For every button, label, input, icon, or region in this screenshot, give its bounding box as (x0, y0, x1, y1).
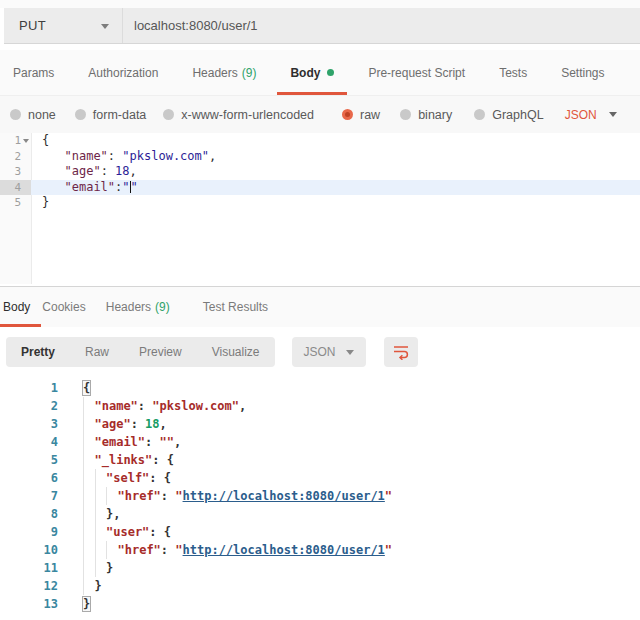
body-type-graphql[interactable]: GraphQL (474, 108, 543, 122)
request-url-bar: PUT localhost:8080/user/1 (4, 8, 640, 44)
radio-icon-selected (342, 109, 353, 120)
line-number: 1 (0, 133, 21, 149)
tab-headers[interactable]: Headers(9) (179, 50, 269, 95)
code-line-4: 4"email":"" (0, 180, 640, 196)
tab-params[interactable]: Params (0, 50, 67, 95)
response-headers-count: (9) (155, 300, 170, 314)
code-line-5: 5"_links": { (0, 451, 640, 469)
radio-icon (474, 109, 485, 120)
top-strip (0, 0, 640, 8)
response-language-selector[interactable]: JSON (292, 337, 366, 367)
code-line-3: 3"age": 18, (0, 415, 640, 433)
response-body-viewer[interactable]: 1{2"name": "pkslow.com",3"age": 18,4"ema… (0, 377, 640, 613)
radio-icon (75, 109, 86, 120)
tab-body[interactable]: Body (277, 50, 347, 95)
response-tabs: Body Cookies Headers(9) Test Results (0, 287, 640, 327)
line-number: 13 (0, 595, 58, 613)
wrap-lines-icon (393, 344, 409, 360)
view-switcher: Pretty Raw Preview Visualize (6, 337, 275, 367)
chevron-down-icon (346, 350, 354, 359)
response-tab-cookies[interactable]: Cookies (41, 287, 91, 327)
line-number: 4 (0, 433, 58, 451)
fold-caret-icon[interactable] (23, 139, 29, 146)
radio-icon (400, 109, 411, 120)
line-number: 3 (0, 164, 21, 180)
line-number: 6 (0, 469, 58, 487)
postman-window: PUT localhost:8080/user/1 Params Authori… (0, 0, 640, 620)
body-type-row: none form-data x-www-form-urlencoded raw… (0, 96, 640, 133)
line-number: 5 (0, 195, 21, 211)
response-toolbar: Pretty Raw Preview Visualize JSON (0, 327, 640, 377)
line-number: 12 (0, 577, 58, 595)
chevron-down-icon (609, 112, 617, 121)
code-line-1: 1{ (0, 133, 640, 149)
code-line-8: 8}, (0, 505, 640, 523)
code-line-4: 4"email": "", (0, 433, 640, 451)
url-input[interactable]: localhost:8080/user/1 (123, 8, 640, 43)
line-number: 1 (0, 379, 58, 397)
line-number: 3 (0, 415, 58, 433)
request-body-editor[interactable]: 1{2"name": "pkslow.com",3"age": 18,4"ema… (0, 133, 640, 286)
response-tab-headers[interactable]: Headers(9) (92, 287, 176, 327)
body-modified-dot (327, 69, 334, 76)
method-selector[interactable]: PUT (4, 8, 123, 43)
line-number: 7 (0, 487, 58, 505)
view-visualize[interactable]: Visualize (197, 337, 275, 367)
url-value: localhost:8080/user/1 (123, 18, 258, 33)
code-line-10: 10"href": "http://localhost:8080/user/1" (0, 541, 640, 559)
code-line-5: 5} (0, 195, 640, 211)
body-type-raw[interactable]: raw (342, 108, 380, 122)
tab-pre-request-script[interactable]: Pre-request Script (355, 50, 478, 95)
response-tab-test-results[interactable]: Test Results (176, 287, 274, 327)
tab-authorization[interactable]: Authorization (75, 50, 171, 95)
line-number: 2 (0, 149, 21, 165)
radio-icon (10, 109, 21, 120)
code-line-9: 9"user": { (0, 523, 640, 541)
line-number: 4 (0, 180, 21, 196)
line-number: 10 (0, 541, 58, 559)
view-preview[interactable]: Preview (124, 337, 197, 367)
radio-icon (163, 109, 174, 120)
tab-tests[interactable]: Tests (486, 50, 540, 95)
wrap-lines-button[interactable] (384, 337, 418, 367)
view-pretty[interactable]: Pretty (6, 337, 70, 367)
body-type-x-www-form-urlencoded[interactable]: x-www-form-urlencoded (163, 108, 314, 122)
response-link[interactable]: http://localhost:8080/user/1 (183, 489, 385, 503)
code-line-6: 6"self": { (0, 469, 640, 487)
code-line-11: 11} (0, 559, 640, 577)
code-line-2: 2"name": "pkslow.com", (0, 397, 640, 415)
line-number: 8 (0, 505, 58, 523)
code-line-2: 2"name": "pkslow.com", (0, 149, 640, 165)
view-raw[interactable]: Raw (70, 337, 124, 367)
body-type-none[interactable]: none (10, 108, 56, 122)
body-type-binary[interactable]: binary (400, 108, 452, 122)
code-line-12: 12} (0, 577, 640, 595)
method-label: PUT (4, 18, 46, 33)
code-line-7: 7"href": "http://localhost:8080/user/1" (0, 487, 640, 505)
chevron-down-icon (101, 24, 109, 33)
line-number: 11 (0, 559, 58, 577)
line-number: 9 (0, 523, 58, 541)
language-selector[interactable]: JSON (565, 108, 617, 122)
body-type-form-data[interactable]: form-data (75, 108, 147, 122)
tab-settings[interactable]: Settings (548, 50, 617, 95)
code-line-1: 1{ (0, 379, 640, 397)
line-number: 2 (0, 397, 58, 415)
code-line-3: 3"age": 18, (0, 164, 640, 180)
line-number: 5 (0, 451, 58, 469)
response-section: Body Cookies Headers(9) Test Results Pre… (0, 286, 640, 620)
headers-count: (9) (242, 66, 257, 80)
code-line-13: 13} (0, 595, 640, 613)
response-link[interactable]: http://localhost:8080/user/1 (183, 543, 385, 557)
response-tab-body[interactable]: Body (0, 287, 41, 327)
request-tabs: Params Authorization Headers(9) Body Pre… (0, 50, 640, 96)
